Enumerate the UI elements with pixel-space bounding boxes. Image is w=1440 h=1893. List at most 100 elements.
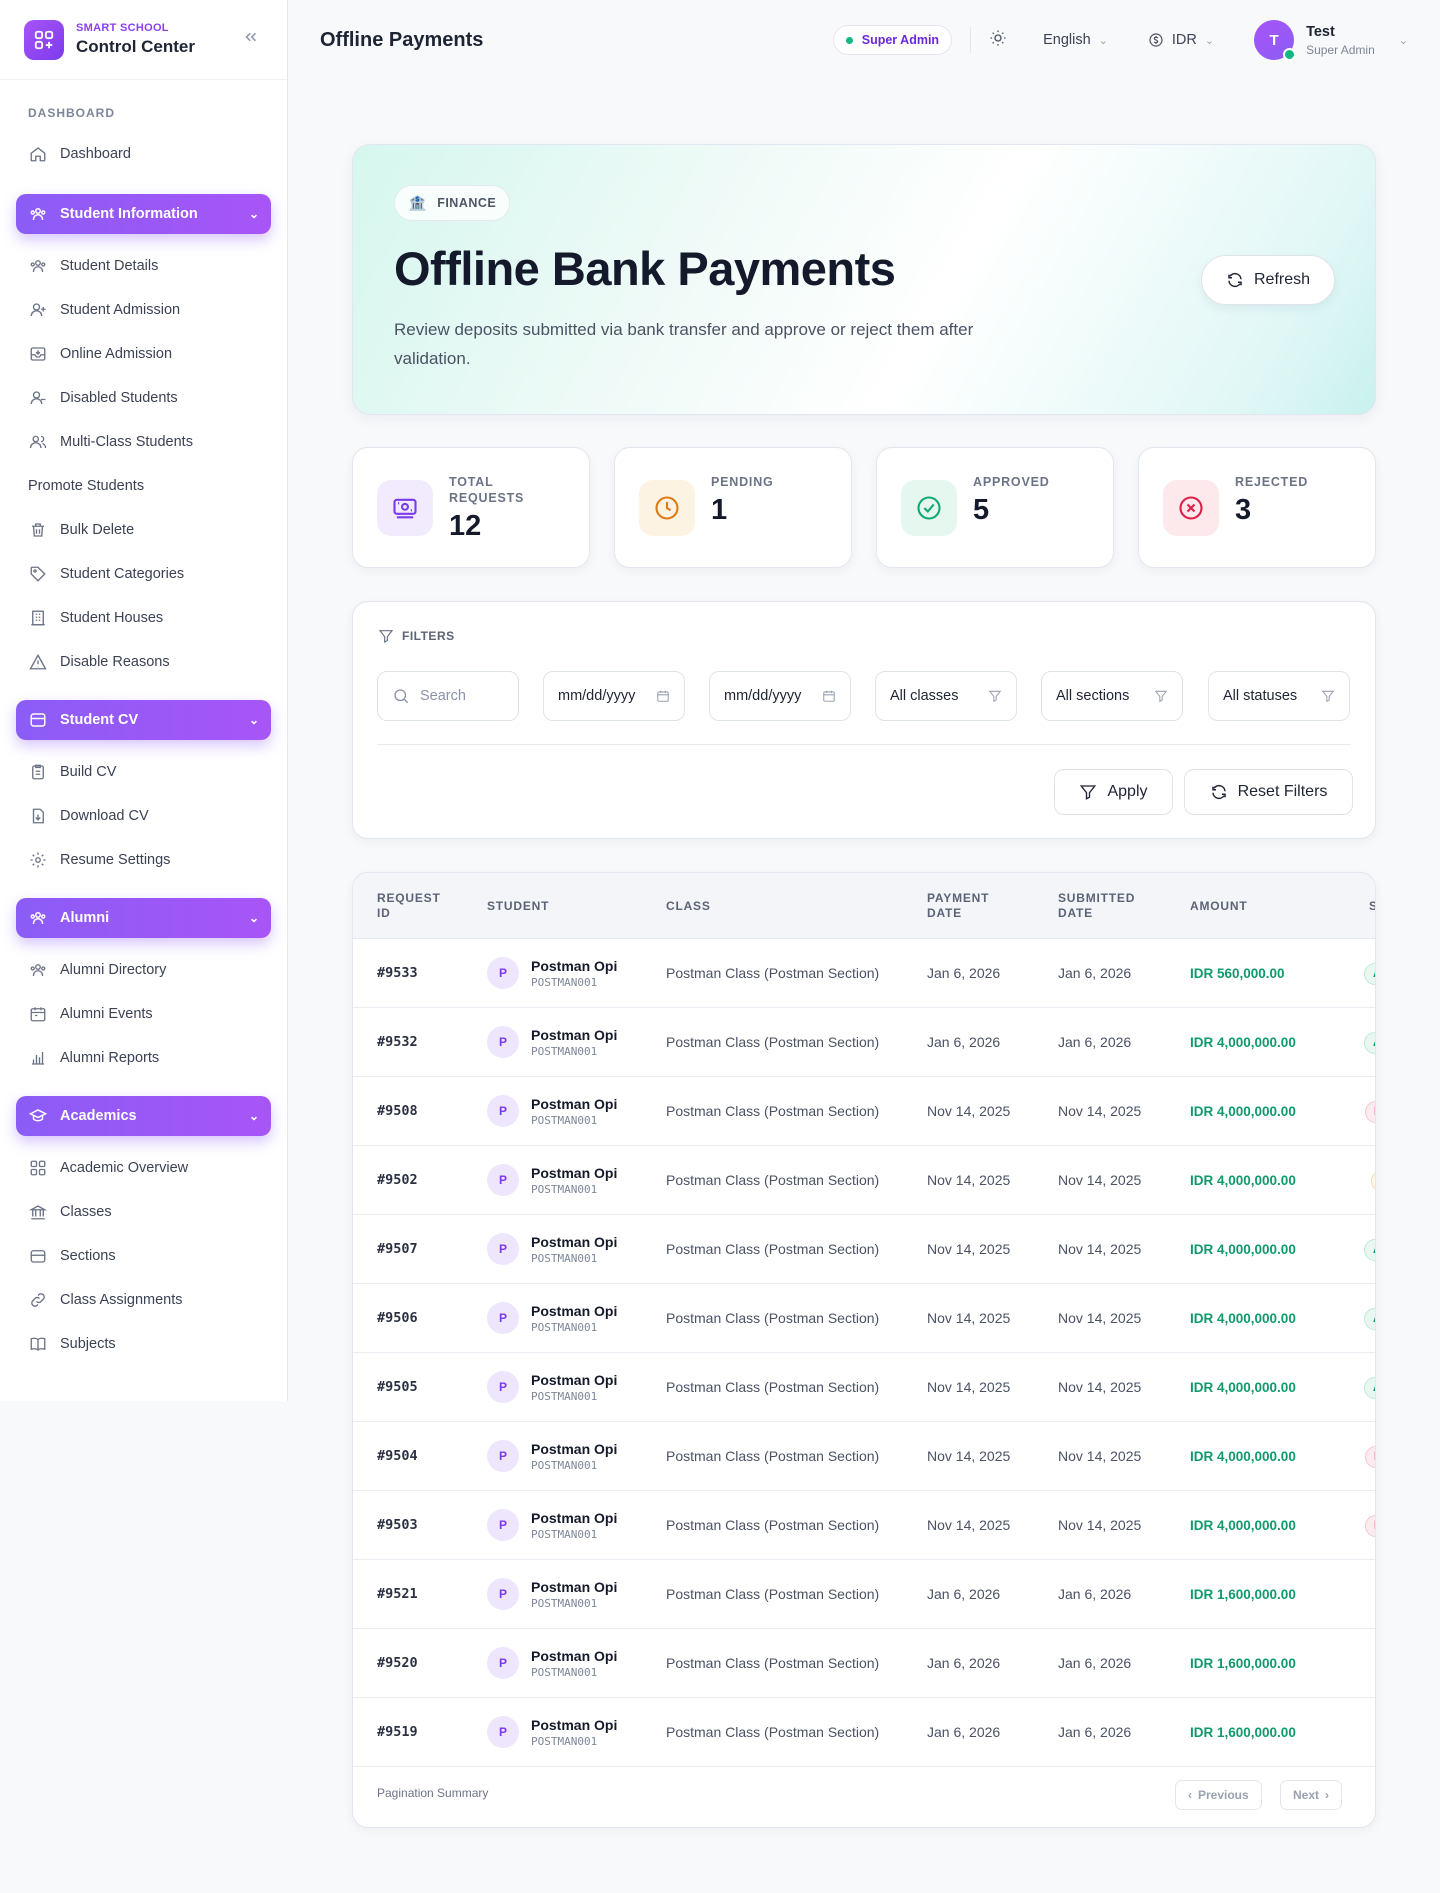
table-row[interactable]: #9505 P Postman Opi POSTMAN001 Postman Class… xyxy=(353,1353,1375,1422)
collapse-sidebar-icon[interactable] xyxy=(239,28,263,51)
refresh-button[interactable]: Refresh xyxy=(1201,255,1335,305)
currency-select[interactable]: IDR ⌄ xyxy=(1148,32,1214,48)
sidebar-item-label: Disabled Students xyxy=(60,390,178,406)
table-row[interactable]: #9508 P Postman Opi POSTMAN001 Postman Class… xyxy=(353,1077,1375,1146)
request-id[interactable]: #9533 xyxy=(377,939,418,1007)
sidebar-item-student-houses[interactable]: Student Houses xyxy=(0,596,287,640)
column-header: SUBMITTED DATE xyxy=(1058,891,1136,920)
sidebar-item-download-cv[interactable]: Download CV xyxy=(0,794,287,838)
request-id[interactable]: #9507 xyxy=(377,1215,418,1283)
status-badge: F xyxy=(1375,1653,1376,1675)
sidebar-item-alumni-reports[interactable]: Alumni Reports xyxy=(0,1036,287,1080)
user-menu[interactable]: T Test Super Admin ⌄ xyxy=(1254,20,1408,61)
sidebar-item-subjects[interactable]: Subjects xyxy=(0,1322,287,1366)
table-row[interactable]: #9503 P Postman Opi POSTMAN001 Postman Class… xyxy=(353,1491,1375,1560)
request-id[interactable]: #9506 xyxy=(377,1284,418,1352)
sidebar-item-alumni-events[interactable]: Alumni Events xyxy=(0,992,287,1036)
table-row[interactable]: #9520 P Postman Opi POSTMAN001 Postman Class… xyxy=(353,1629,1375,1698)
student-avatar: P xyxy=(487,1164,519,1196)
section-select[interactable]: All sections xyxy=(1041,671,1183,721)
student-avatar: P xyxy=(487,1440,519,1472)
amount-cell: IDR 4,000,000.00 xyxy=(1190,1517,1296,1533)
sidebar-item-build-cv[interactable]: Build CV xyxy=(0,750,287,794)
amount-cell: IDR 1,600,000.00 xyxy=(1190,1655,1296,1671)
pagination-summary: Pagination Summary xyxy=(377,1786,489,1800)
sidebar-item-promote-students[interactable]: Promote Students xyxy=(0,464,287,508)
brand: SMART SCHOOL Control Center xyxy=(0,0,287,80)
layers-icon xyxy=(28,1246,48,1266)
table-row[interactable]: #9507 P Postman Opi POSTMAN001 Postman Class… xyxy=(353,1215,1375,1284)
stat-card-rejected: REJECTED 3 xyxy=(1138,447,1376,568)
theme-toggle-button[interactable] xyxy=(989,29,1007,51)
chevron-down-icon: ⌄ xyxy=(1398,34,1408,47)
sidebar-item-sections[interactable]: Sections xyxy=(0,1234,287,1278)
student-cell: P Postman Opi POSTMAN001 xyxy=(487,1353,617,1421)
request-id[interactable]: #9519 xyxy=(377,1698,418,1766)
status-select[interactable]: All statuses xyxy=(1208,671,1350,721)
sidebar-group-student-cv[interactable]: Student CV ⌄ xyxy=(16,700,271,740)
table-row[interactable]: #9504 P Postman Opi POSTMAN001 Postman Class… xyxy=(353,1422,1375,1491)
avatar-initial: T xyxy=(1269,31,1279,49)
request-id[interactable]: #9508 xyxy=(377,1077,418,1145)
sidebar-item-dashboard[interactable]: Dashboard xyxy=(0,132,287,176)
sidebar-item-disabled-students[interactable]: Disabled Students xyxy=(0,376,287,420)
apply-button[interactable]: Apply xyxy=(1054,769,1173,815)
request-id[interactable]: #9532 xyxy=(377,1008,418,1076)
status-badge: AP xyxy=(1364,963,1375,985)
previous-page-button[interactable]: ‹ Previous xyxy=(1175,1780,1262,1810)
amount-cell: IDR 4,000,000.00 xyxy=(1190,1103,1296,1119)
sidebar-item-bulk-delete[interactable]: Bulk Delete xyxy=(0,508,287,552)
sidebar-item-disable-reasons[interactable]: Disable Reasons xyxy=(0,640,287,684)
amount-cell: IDR 560,000.00 xyxy=(1190,965,1285,981)
amount-cell: IDR 4,000,000.00 xyxy=(1190,1172,1296,1188)
sidebar-item-multi-class-students[interactable]: Multi-Class Students xyxy=(0,420,287,464)
sidebar-group-student-information[interactable]: Student Information ⌄ xyxy=(16,194,271,234)
tag-icon xyxy=(28,564,48,584)
table-row[interactable]: #9521 P Postman Opi POSTMAN001 Postman Class… xyxy=(353,1560,1375,1629)
payment-date-cell: Jan 6, 2026 xyxy=(927,1655,1001,1671)
sidebar-group-alumni[interactable]: Alumni ⌄ xyxy=(16,898,271,938)
sidebar-item-online-admission[interactable]: Online Admission xyxy=(0,332,287,376)
stat-label: TOTAL REQUESTS xyxy=(449,475,525,505)
amount-cell: IDR 4,000,000.00 xyxy=(1190,1448,1296,1464)
date-from-input[interactable]: mm/dd/yyyy xyxy=(543,671,685,721)
sidebar-group-academics[interactable]: Academics ⌄ xyxy=(16,1096,271,1136)
sidebar-item-alumni-directory[interactable]: Alumni Directory xyxy=(0,948,287,992)
sidebar-item-label: Build CV xyxy=(60,764,117,780)
request-id[interactable]: #9521 xyxy=(377,1560,418,1628)
student-code: POSTMAN001 xyxy=(531,1320,598,1334)
currency-label: IDR xyxy=(1171,32,1197,48)
student-cell: P Postman Opi POSTMAN001 xyxy=(487,1698,617,1766)
request-id[interactable]: #9520 xyxy=(377,1629,418,1697)
amount-cell: IDR 1,600,000.00 xyxy=(1190,1586,1296,1602)
reset-filters-button[interactable]: Reset Filters xyxy=(1184,769,1353,815)
search-input[interactable]: Search xyxy=(377,671,519,721)
status-badge: RE xyxy=(1365,1446,1375,1468)
sidebar-item-student-details[interactable]: Student Details xyxy=(0,244,287,288)
table-row[interactable]: #9506 P Postman Opi POSTMAN001 Postman Class… xyxy=(353,1284,1375,1353)
request-id[interactable]: #9502 xyxy=(377,1146,418,1214)
sidebar-item-classes[interactable]: Classes xyxy=(0,1190,287,1234)
next-page-button[interactable]: Next › xyxy=(1280,1780,1343,1810)
table-row[interactable]: #9502 P Postman Opi POSTMAN001 Postman Class… xyxy=(353,1146,1375,1215)
table-row[interactable]: #9519 P Postman Opi POSTMAN001 Postman Class… xyxy=(353,1698,1375,1767)
sidebar-item-resume-settings[interactable]: Resume Settings xyxy=(0,838,287,882)
filters-card: FILTERS Search mm/dd/yyyy mm/dd/yyyy All… xyxy=(352,601,1376,839)
request-id[interactable]: #9503 xyxy=(377,1491,418,1559)
status-dot-icon xyxy=(845,36,853,44)
language-select[interactable]: English ⌄ xyxy=(1043,32,1108,48)
table-row[interactable]: #9533 P Postman Opi POSTMAN001 Postman Class… xyxy=(353,939,1375,1008)
student-cell: P Postman Opi POSTMAN001 xyxy=(487,1008,617,1076)
sidebar-item-class-assignments[interactable]: Class Assignments xyxy=(0,1278,287,1322)
date-to-input[interactable]: mm/dd/yyyy xyxy=(709,671,851,721)
sidebar-item-student-categories[interactable]: Student Categories xyxy=(0,552,287,596)
request-id[interactable]: #9504 xyxy=(377,1422,418,1490)
sidebar-item-student-admission[interactable]: Student Admission xyxy=(0,288,287,332)
sidebar-item-academic-overview[interactable]: Academic Overview xyxy=(0,1146,287,1190)
table-row[interactable]: #9532 P Postman Opi POSTMAN001 Postman Class… xyxy=(353,1008,1375,1077)
request-id[interactable]: #9505 xyxy=(377,1353,418,1421)
student-name: Postman Opi xyxy=(531,1440,618,1457)
avatar[interactable]: T xyxy=(1254,20,1297,61)
amount-cell: IDR 4,000,000.00 xyxy=(1190,1034,1296,1050)
class-select[interactable]: All classes xyxy=(875,671,1017,721)
